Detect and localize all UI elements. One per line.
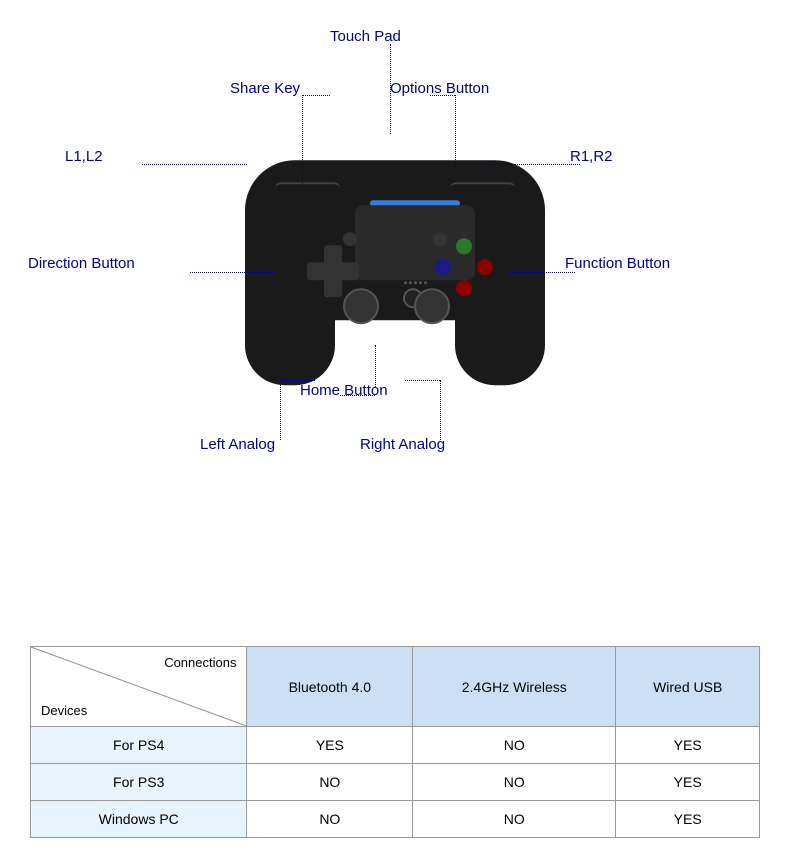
options-button [433,232,447,246]
table-row: Windows PCNONOYES [31,801,760,838]
label-r1r2: R1,R2 [570,148,613,165]
label-share: Share Key [230,80,300,97]
line-options-h [430,95,455,96]
data-cell: NO [413,801,616,838]
label-right-analog: Right Analog [360,436,445,453]
device-cell: For PS4 [31,727,247,764]
speaker [395,278,435,286]
table-row: For PS3NONOYES [31,764,760,801]
table-row: For PS4YESNOYES [31,727,760,764]
label-left-analog: Left Analog [200,436,275,453]
controller-image [225,130,565,390]
square-button [435,259,451,275]
line-home-h [340,395,375,396]
right-analog-stick [414,288,450,324]
data-cell: YES [616,801,760,838]
line-right-analog-h [405,380,440,381]
diagonal-header: Connections Devices [31,647,247,727]
compatibility-table: Connections Devices Bluetooth 4.0 2.4GHz… [30,646,760,838]
line-share-v [302,95,303,190]
line-left-analog-h [280,380,315,381]
cross-button [456,280,472,296]
data-cell: YES [616,764,760,801]
line-home-v [375,345,376,387]
data-cell: NO [413,764,616,801]
line-options-v [455,95,456,170]
label-l1l2: L1,L2 [65,148,103,165]
r1-button [450,182,515,196]
data-cell: NO [413,727,616,764]
col-header-wired: Wired USB [616,647,760,727]
label-touchpad: Touch Pad [330,28,401,45]
share-button [343,232,357,246]
line-touchpad [390,44,391,134]
triangle-button [456,238,472,254]
line-right-analog-v [440,380,441,440]
dpad [307,245,359,297]
controller-body [245,160,545,320]
col-header-bluetooth: Bluetooth 4.0 [247,647,413,727]
circle-button [477,259,493,275]
device-cell: Windows PC [31,801,247,838]
line-direction [190,272,275,273]
compatibility-table-area: Connections Devices Bluetooth 4.0 2.4GHz… [0,636,790,848]
data-cell: NO [247,801,413,838]
devices-label: Devices [41,703,87,718]
line-left-analog-v [280,380,281,440]
face-buttons [435,238,493,296]
label-function: Function Button [565,255,670,272]
connections-label: Connections [164,655,236,670]
line-r1r2 [490,164,580,165]
line-l1l2 [142,164,247,165]
data-cell: YES [616,727,760,764]
left-analog-stick [343,288,379,324]
data-cell: NO [247,764,413,801]
col-header-wireless: 2.4GHz Wireless [413,647,616,727]
l1-button [275,182,340,196]
line-share-h [302,95,330,96]
label-direction: Direction Button [28,255,135,272]
data-cell: YES [247,727,413,764]
controller-diagram: Touch Pad Share Key Options Button L1,L2… [0,0,790,510]
line-function [510,272,575,273]
device-cell: For PS3 [31,764,247,801]
